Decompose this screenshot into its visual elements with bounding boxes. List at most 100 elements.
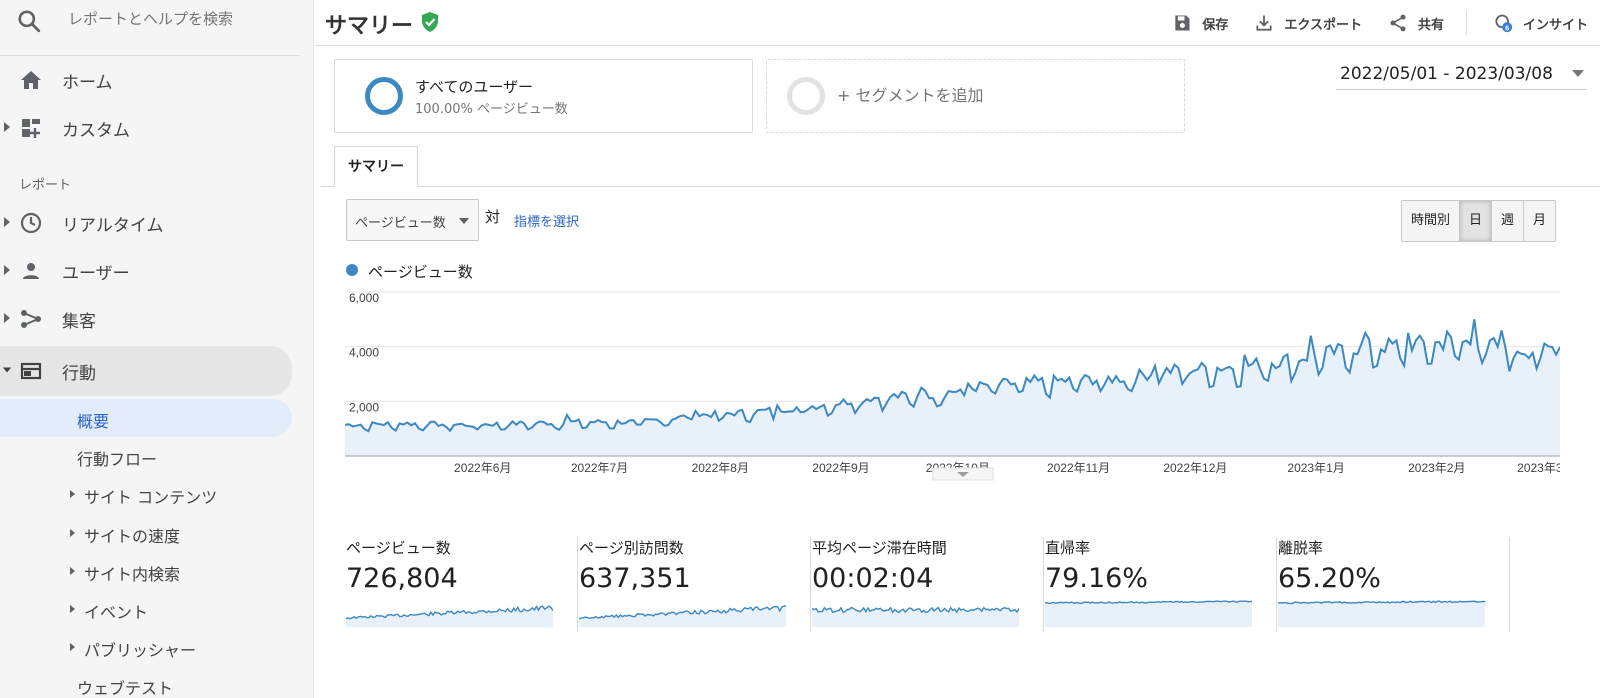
segment-subtitle: 100.00% ページビュー数	[415, 102, 568, 117]
caret-right-icon	[70, 605, 75, 613]
download-icon	[1256, 15, 1272, 31]
sparkline	[579, 605, 786, 627]
section-label-reports: レポート	[19, 178, 72, 193]
analytics-app: レポートとヘルプを検索 ホーム カスタム レポート リアルタイム ユーザー 集客	[0, 0, 1600, 698]
sparkline	[346, 605, 553, 627]
sidebar-item-realtime[interactable]: リアルタイム	[0, 201, 292, 245]
sidebar-subitem-label: イベント	[84, 603, 149, 622]
sparkline	[812, 606, 1019, 627]
choose-metric-link[interactable]: 指標を選択	[514, 211, 579, 230]
period-toggle: 時間別 日 週 月	[1401, 200, 1557, 242]
segment-title: すべてのユーザー	[415, 78, 534, 96]
scorecard-divider	[577, 537, 578, 632]
search-input[interactable]: レポートとヘルプを検索	[68, 8, 233, 29]
sparkline-area	[1045, 601, 1252, 627]
sidebar-search[interactable]: レポートとヘルプを検索	[0, 0, 300, 56]
dashboard-icon	[22, 119, 40, 138]
period-week-button[interactable]: 週	[1492, 201, 1525, 241]
person-icon	[23, 263, 39, 279]
acquisition-icon	[21, 310, 41, 328]
scorecard-value: 79.16%	[1045, 563, 1148, 594]
sparkline-area	[346, 606, 553, 627]
scorecard-value: 00:02:04	[812, 563, 934, 594]
share-button[interactable]: 共有	[1388, 13, 1444, 33]
x-tick-label: 2022年11月	[1047, 461, 1110, 475]
sidebar-subitem-events[interactable]: イベント	[0, 590, 292, 628]
scorecard[interactable]: ページビュー数 726,804	[346, 537, 578, 632]
insights-button[interactable]: 6 インサイト	[1493, 13, 1588, 33]
sidebar-item-behavior[interactable]: 行動	[0, 346, 292, 396]
page-title: サマリー	[325, 14, 414, 39]
date-range-picker[interactable]: 2022/05/01 - 2023/03/08	[1336, 62, 1586, 90]
sidebar-subitem-site-search[interactable]: サイト内検索	[0, 552, 292, 590]
scorecard-divider	[1509, 537, 1510, 632]
sparkline	[1045, 600, 1252, 627]
sidebar-item-label: ホーム	[62, 73, 113, 93]
segment-all-users[interactable]: すべてのユーザー 100.00% ページビュー数	[334, 59, 753, 133]
sidebar-subitem-overview[interactable]: 概要	[0, 399, 292, 437]
caret-down-icon	[2, 367, 12, 373]
sidebar-item-label: 集客	[62, 312, 96, 332]
sidebar-subitem-label: サイト内検索	[84, 565, 181, 584]
save-button[interactable]: 保存	[1172, 13, 1228, 33]
sidebar-subitem-site-content[interactable]: サイト コンテンツ	[0, 475, 292, 513]
x-tick-label: 2022年12月	[1163, 461, 1227, 475]
scorecard-value: 637,351	[579, 563, 691, 594]
y-tick-label: 4,000	[349, 346, 379, 360]
tab-summary[interactable]: サマリー	[334, 146, 418, 187]
save-icon	[1175, 15, 1190, 31]
report-header: サマリー 保存 エクスポート 共有 6 インサイト	[315, 0, 1600, 46]
pageviews-chart[interactable]: 6,000 4,000 2,000 2022年6月 2022年7月 2022年8月 202…	[345, 286, 1560, 488]
metric-select-value: ページビュー数	[355, 216, 446, 231]
sidebar-subitem-site-speed[interactable]: サイトの速度	[0, 514, 292, 552]
caret-right-icon	[70, 529, 75, 537]
scorecard[interactable]: 直帰率 79.16%	[1045, 537, 1277, 632]
sidebar-item-label: リアルタイム	[62, 216, 164, 236]
sidebar-subitem-publisher[interactable]: パブリッシャー	[0, 628, 292, 666]
segment-empty-ring-icon	[787, 77, 825, 115]
chevron-down-icon	[459, 218, 469, 224]
caret-right-icon	[70, 567, 75, 575]
y-tick-label: 2,000	[349, 400, 379, 414]
scorecard-value: 65.20%	[1278, 563, 1381, 594]
sidebar-subitem-behavior-flow[interactable]: 行動フロー	[0, 437, 292, 475]
sidebar-item-acquisition[interactable]: 集客	[0, 297, 292, 341]
scorecard[interactable]: ページ別訪問数 637,351	[579, 537, 811, 632]
clock-icon	[20, 212, 42, 234]
sidebar-subitem-label: ウェブテスト	[77, 679, 174, 698]
add-segment-button[interactable]: + セグメントを追加	[766, 59, 1185, 133]
add-segment-label: + セグメントを追加	[837, 86, 984, 105]
scorecard-divider	[1043, 537, 1044, 632]
scorecard[interactable]: 離脱率 65.20%	[1278, 537, 1510, 632]
export-button[interactable]: エクスポート	[1254, 13, 1362, 33]
export-label: エクスポート	[1284, 17, 1362, 33]
period-month-button[interactable]: 月	[1524, 201, 1556, 241]
caret-right-icon	[4, 265, 10, 275]
caret-right-icon	[70, 643, 75, 651]
scorecard-label: ページビュー数	[346, 539, 451, 557]
share-icon	[1390, 14, 1406, 32]
behavior-icon	[20, 362, 42, 380]
sidebar-item-custom[interactable]: カスタム	[0, 106, 292, 150]
scorecard[interactable]: 平均ページ滞在時間 00:02:04	[812, 537, 1044, 632]
sidebar-item-users[interactable]: ユーザー	[0, 249, 292, 293]
metric-select[interactable]: ページビュー数	[346, 199, 479, 241]
period-hourly-button[interactable]: 時間別	[1402, 201, 1461, 241]
sidebar-item-label: カスタム	[62, 121, 130, 141]
x-tick-label: 2023年1月	[1287, 461, 1344, 475]
x-tick-labels: 2022年6月2022年7月2022年8月2022年9月2022年10月2022…	[454, 461, 1560, 475]
x-tick-label: 2022年9月	[812, 461, 869, 475]
period-day-button[interactable]: 日	[1460, 201, 1493, 241]
action-divider	[1465, 11, 1467, 35]
sidebar-item-home[interactable]: ホーム	[0, 58, 292, 102]
sidebar-subitem-experiments[interactable]: ウェブテスト	[0, 666, 292, 698]
scorecard-divider	[810, 537, 811, 632]
save-label: 保存	[1202, 17, 1229, 33]
table-header-partial	[340, 690, 1540, 698]
share-label: 共有	[1417, 17, 1444, 33]
x-tick-label: 2022年8月	[692, 461, 749, 475]
sidebar-item-label: ユーザー	[62, 264, 130, 284]
sparkline-area	[1278, 601, 1485, 627]
date-range-text: 2022/05/01 - 2023/03/08	[1340, 64, 1553, 84]
y-tick-labels: 6,000 4,000 2,000	[349, 291, 379, 414]
